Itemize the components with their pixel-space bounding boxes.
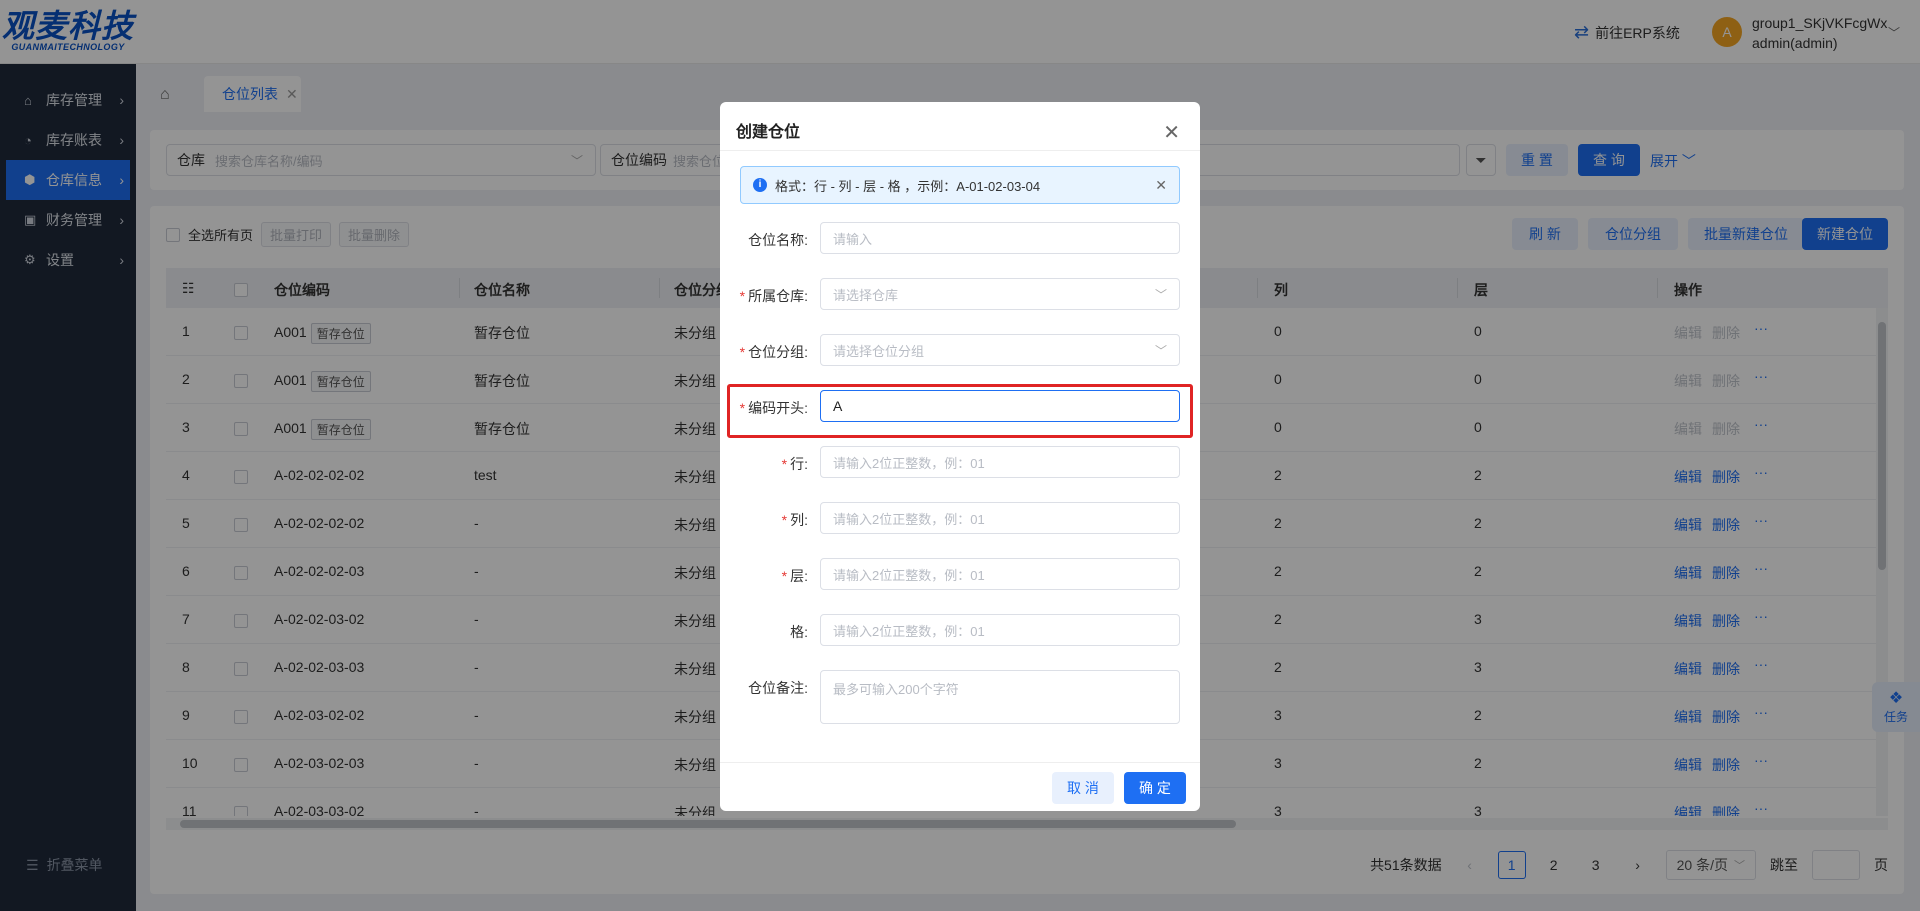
close-icon[interactable]: ✕ bbox=[1163, 120, 1180, 145]
dialog-title: 创建仓位 bbox=[736, 124, 801, 141]
info-icon: i bbox=[753, 178, 767, 192]
field-label: * 所属仓库: bbox=[739, 288, 808, 304]
field-label: * 仓位分组: bbox=[739, 344, 808, 360]
location-group-select[interactable]: 请选择仓位分组 ﹀ bbox=[820, 334, 1180, 366]
row-input[interactable]: 请输入2位正整数，例：01 bbox=[820, 446, 1180, 478]
field-label: 格: bbox=[790, 624, 808, 640]
location-name-input[interactable]: 请输入 bbox=[820, 222, 1180, 254]
chevron-down-icon: ﹀ bbox=[1154, 287, 1167, 302]
field-label: 仓位名称: bbox=[748, 232, 808, 248]
location-group-select-placeholder: 请选择仓位分组 bbox=[833, 343, 925, 359]
layer-input[interactable]: 请输入2位正整数，例：01 bbox=[820, 558, 1180, 590]
form-row-row: * 行: 请输入2位正整数，例：01 bbox=[720, 446, 1200, 478]
form-row-cell: 格: 请输入2位正整数，例：01 bbox=[720, 614, 1200, 646]
col-input[interactable]: 请输入2位正整数，例：01 bbox=[820, 502, 1180, 534]
cell-input[interactable]: 请输入2位正整数，例：01 bbox=[820, 614, 1180, 646]
create-location-dialog: 创建仓位 ✕ i 格式：行 - 列 - 层 - 格 ，示例：A-01-02-03… bbox=[720, 102, 1200, 811]
form-row-layer: * 层: 请输入2位正整数，例：01 bbox=[720, 558, 1200, 590]
format-hint-text: 格式：行 - 列 - 层 - 格 ，示例：A-01-02-03-04 bbox=[775, 178, 1041, 194]
remark-textarea[interactable]: 最多可输入200个字符 bbox=[820, 670, 1180, 724]
highlight-box bbox=[727, 384, 1193, 438]
close-icon[interactable]: ✕ bbox=[1155, 177, 1167, 194]
warehouse-select[interactable]: 请选择仓库 ﹀ bbox=[820, 278, 1180, 310]
form-row-name: 仓位名称: 请输入 bbox=[720, 222, 1200, 254]
form-row-col: * 列: 请输入2位正整数，例：01 bbox=[720, 502, 1200, 534]
format-hint-alert: i 格式：行 - 列 - 层 - 格 ，示例：A-01-02-03-04 ✕ bbox=[740, 166, 1180, 204]
field-label: * 层: bbox=[781, 568, 808, 584]
field-label: 仓位备注: bbox=[748, 680, 808, 696]
cancel-button[interactable]: 取 消 bbox=[1052, 772, 1114, 804]
confirm-button[interactable]: 确 定 bbox=[1124, 772, 1186, 804]
field-label: * 行: bbox=[781, 456, 808, 472]
warehouse-select-placeholder: 请选择仓库 bbox=[833, 287, 899, 303]
chevron-down-icon: ﹀ bbox=[1154, 343, 1167, 358]
form-row-warehouse: * 所属仓库: 请选择仓库 ﹀ bbox=[720, 278, 1200, 310]
form-row-remark: 仓位备注: 最多可输入200个字符 bbox=[720, 670, 1200, 724]
field-label: * 列: bbox=[781, 512, 808, 528]
form-row-group: * 仓位分组: 请选择仓位分组 ﹀ bbox=[720, 334, 1200, 366]
